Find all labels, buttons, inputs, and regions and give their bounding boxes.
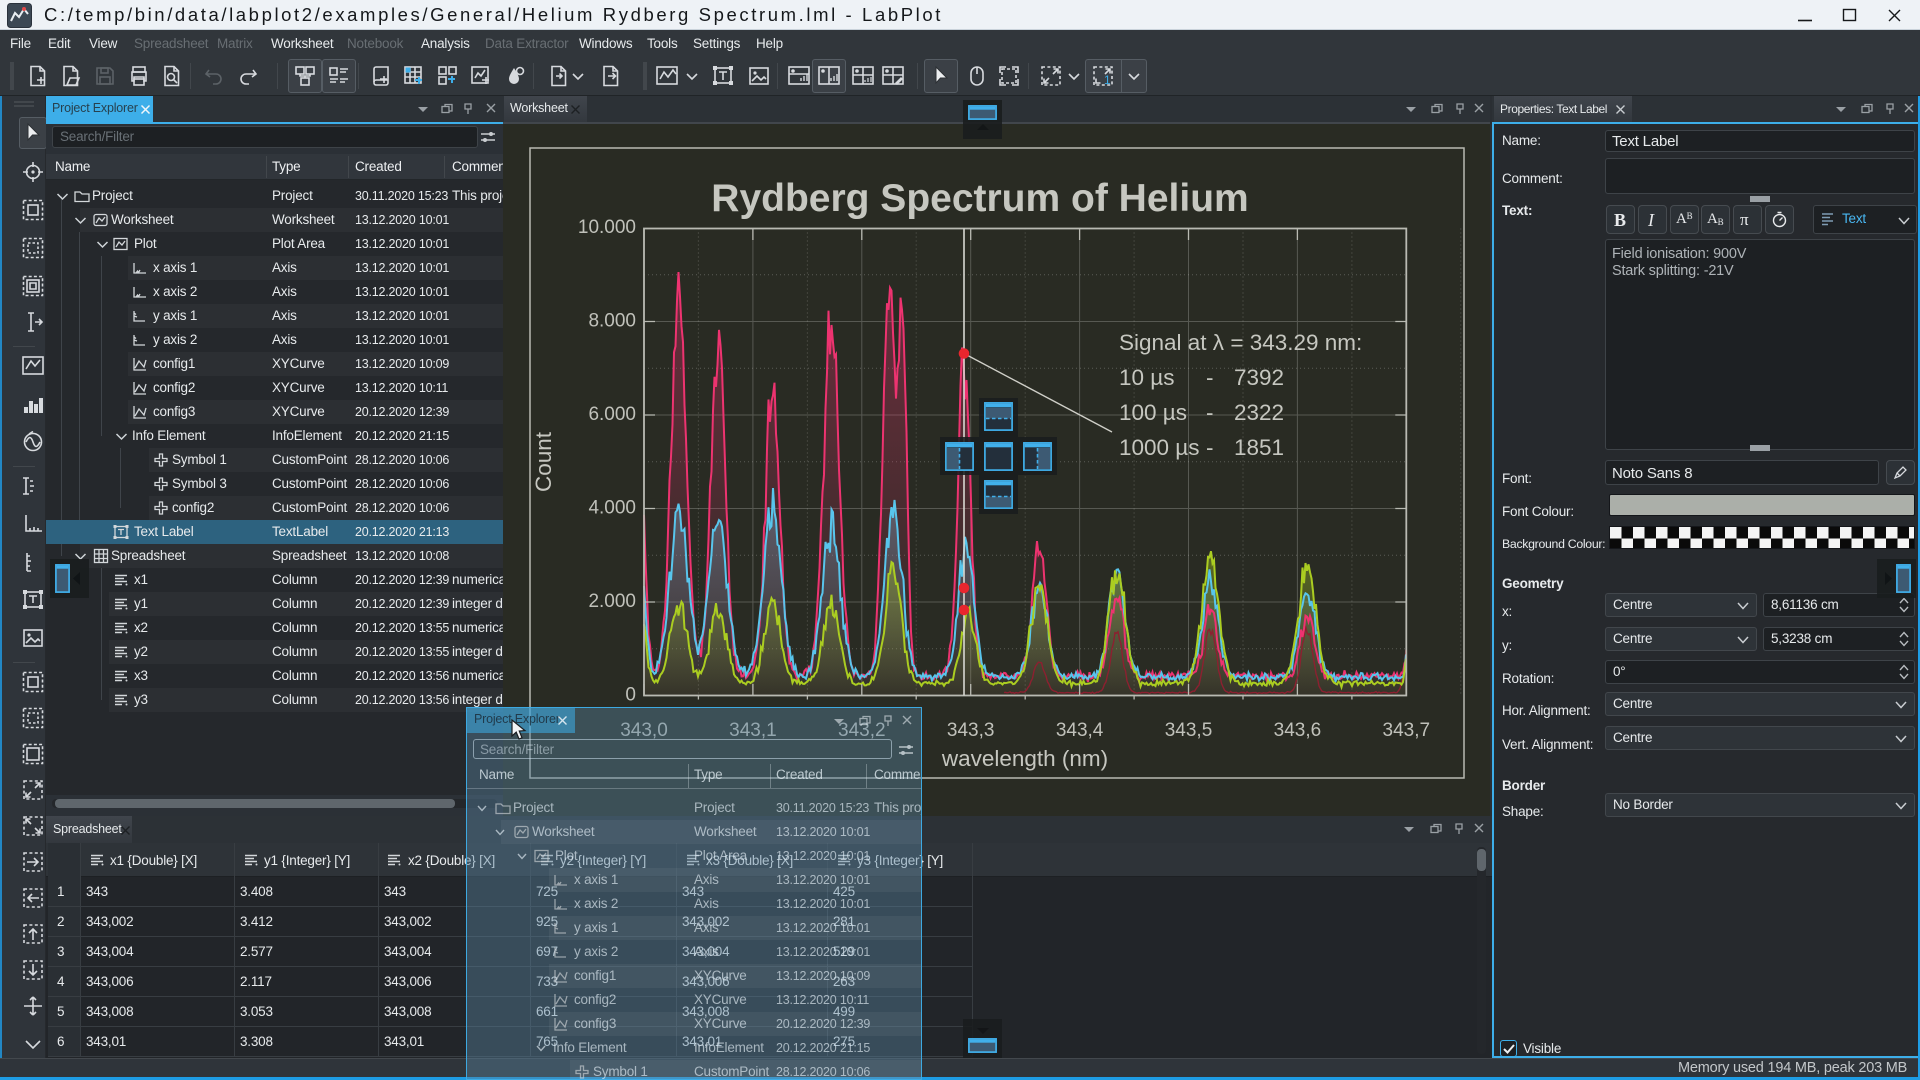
svg-text:7392: 7392 [1234,365,1284,390]
svg-text:10 µs: 10 µs [1119,365,1175,390]
svg-text:-: - [1206,400,1214,425]
svg-text:1: 1 [1104,73,1111,87]
svg-text:8.000: 8.000 [588,311,636,332]
svg-text:-: - [1206,365,1214,390]
svg-text:343,6: 343,6 [1274,720,1322,741]
svg-text:4.000: 4.000 [588,498,636,519]
svg-text:wavelength (nm): wavelength (nm) [941,746,1108,771]
svg-text:343,5: 343,5 [1165,720,1213,741]
svg-text:Rydberg Spectrum of Helium: Rydberg Spectrum of Helium [711,177,1248,220]
svg-text:0: 0 [625,685,636,706]
svg-text:100 µs: 100 µs [1119,400,1187,425]
svg-text:343,7: 343,7 [1383,720,1431,741]
svg-text:6.000: 6.000 [588,404,636,425]
svg-text:343,3: 343,3 [947,720,995,741]
svg-text:2.000: 2.000 [588,591,636,612]
svg-text:1000 µs: 1000 µs [1119,435,1200,460]
svg-text:Count: Count [531,431,556,492]
svg-text:1851: 1851 [1234,435,1284,460]
svg-text:Signal at λ = 343.29 nm:: Signal at λ = 343.29 nm: [1119,330,1362,355]
svg-text:2322: 2322 [1234,400,1284,425]
svg-text:-: - [1206,435,1214,460]
svg-text:343,4: 343,4 [1056,720,1104,741]
svg-text:10.000: 10.000 [578,217,636,238]
